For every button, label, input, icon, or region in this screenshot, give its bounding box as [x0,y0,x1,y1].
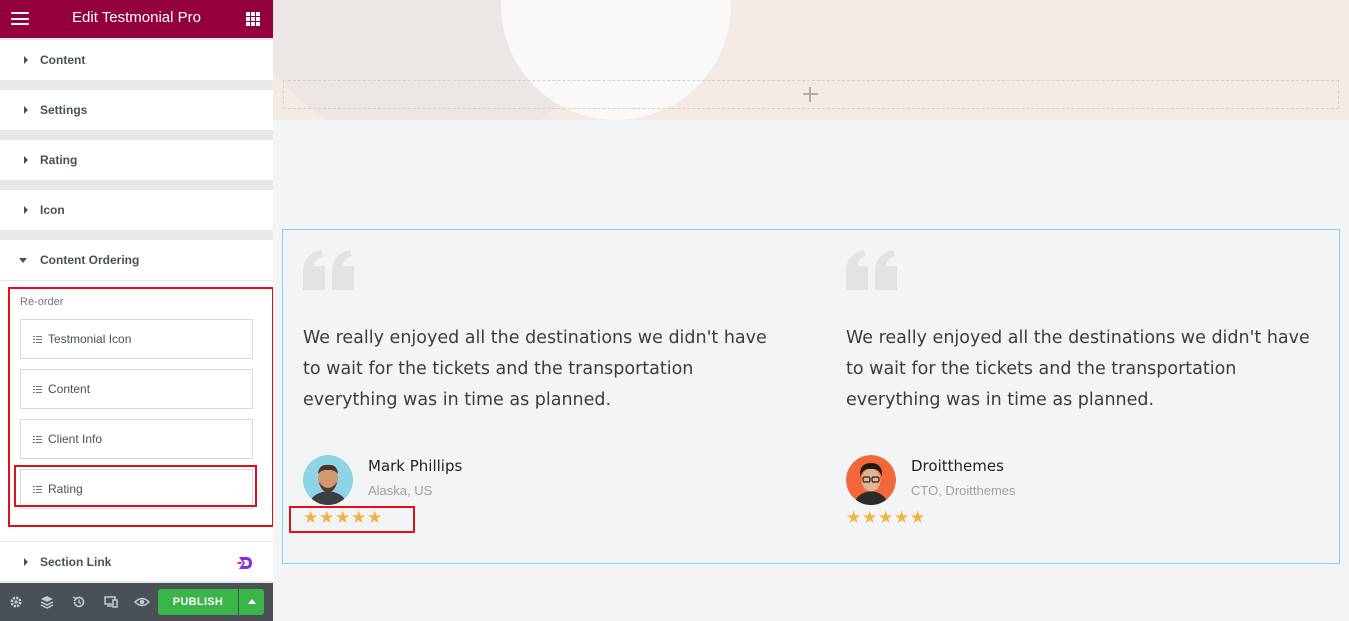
star-icon: ★ [910,508,926,527]
section-label: Section Link [40,555,112,569]
client-designation: CTO, Droitthemes [911,483,1016,498]
star-icon: ★ [862,508,878,527]
section-icon[interactable]: Icon [0,190,273,230]
hero-section [273,0,1349,120]
responsive-icon[interactable] [103,594,119,610]
caret-right-icon [24,106,28,114]
preview-eye-icon[interactable] [134,594,150,610]
panel-title: Edit Testmonial Pro [72,9,201,26]
caret-right-icon [24,56,28,64]
preview-canvas: We really enjoyed all the destinations w… [273,0,1349,621]
caret-right-icon [24,156,28,164]
caret-right-icon [24,558,28,566]
caret-down-icon [19,258,27,263]
rating-highlight-box [289,506,415,533]
plus-icon[interactable] [803,87,818,102]
history-icon[interactable] [71,594,87,610]
section-content-ordering[interactable]: Content Ordering [0,240,273,280]
section-label: Icon [40,203,65,217]
testimonial-text: We really enjoyed all the destinations w… [846,328,1310,410]
section-label: Settings [40,103,88,117]
avatar [303,455,353,505]
quote-icon [303,250,354,290]
widgets-grid-icon[interactable] [246,12,260,26]
testimonial-card: We really enjoyed all the destinations w… [826,230,1310,560]
panel-header: Edit Testmonial Pro [0,0,273,38]
client-name: Droitthemes [911,457,1004,475]
section-label: Content Ordering [40,253,140,267]
caret-right-icon [24,206,28,214]
testimonial-widget[interactable]: We really enjoyed all the destinations w… [282,229,1340,564]
layers-icon[interactable] [39,594,55,610]
section-label: Content [40,53,86,67]
testimonial-text: We really enjoyed all the destinations w… [303,328,767,410]
editor-panel: Edit Testmonial Pro Content Settings Rat… [0,0,274,621]
client-name: Mark Phillips [368,457,463,475]
publish-button[interactable]: PUBLISH [158,589,238,615]
client-designation: Alaska, US [368,483,433,498]
settings-icon[interactable] [8,594,24,610]
section-label: Rating [40,153,78,167]
section-content[interactable]: Content [0,40,273,80]
star-icon: ★ [878,508,894,527]
quote-icon [846,250,897,290]
star-icon: ★ [894,508,910,527]
panel-footer: PUBLISH [0,583,273,621]
avatar [846,455,896,505]
section-rating[interactable]: Rating [0,140,273,180]
add-section-drop-zone[interactable] [283,80,1339,109]
droit-logo-icon [237,557,252,569]
section-settings[interactable]: Settings [0,90,273,130]
section-section-link[interactable]: Section Link [0,541,273,581]
publish-options-button[interactable] [239,589,264,615]
star-rating: ★ ★ ★ ★ ★ [846,508,926,527]
star-icon: ★ [846,508,862,527]
rating-item-highlight-box [14,465,257,507]
